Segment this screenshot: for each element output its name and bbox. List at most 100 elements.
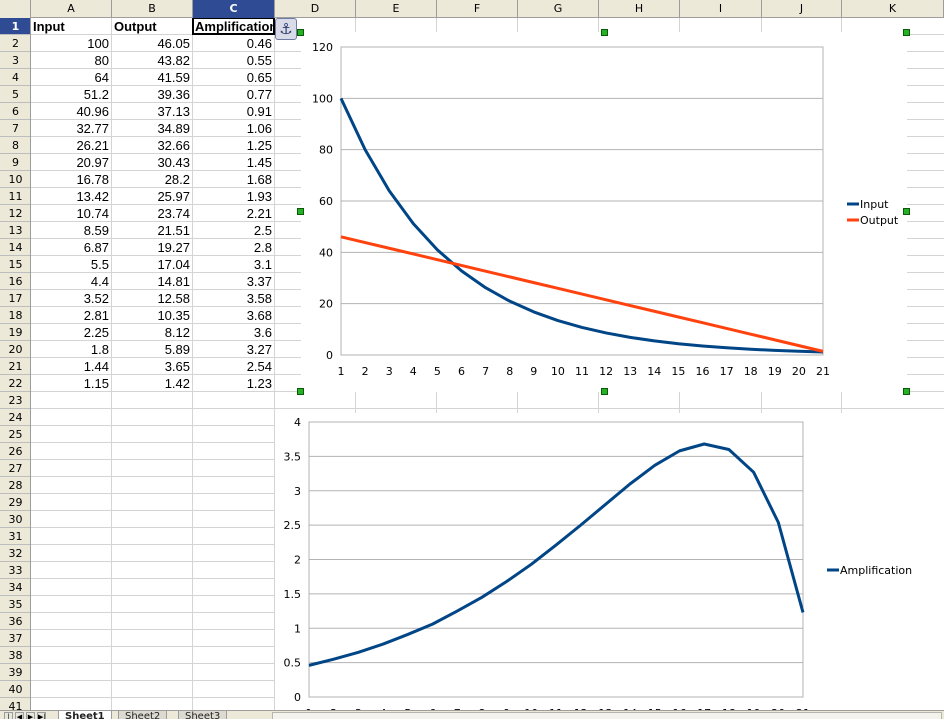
sheet-tab-1[interactable]: Sheet1: [58, 711, 112, 719]
sheet-tab-2[interactable]: Sheet2: [118, 711, 168, 719]
amplification-cell[interactable]: 3.68: [193, 307, 274, 324]
last-sheet-icon[interactable]: ▶|: [37, 712, 46, 719]
amplification-cell[interactable]: 2.54: [193, 358, 274, 375]
column-header-a[interactable]: A: [31, 0, 112, 18]
input-cell[interactable]: 10.74: [31, 205, 111, 222]
amplification-cell[interactable]: 3.27: [193, 341, 274, 358]
amplification-cell[interactable]: 3.58: [193, 290, 274, 307]
amplification-chart[interactable]: 00.511.522.533.5412345678910111213141516…: [275, 413, 944, 719]
column-header-j[interactable]: J: [762, 0, 842, 18]
input-cell[interactable]: 1.44: [31, 358, 111, 375]
row-header-5[interactable]: 5: [0, 86, 30, 103]
column-header-i[interactable]: I: [680, 0, 762, 18]
row-header-7[interactable]: 7: [0, 120, 30, 137]
input-cell[interactable]: 51.2: [31, 86, 111, 103]
output-cell[interactable]: 28.2: [112, 171, 192, 188]
row-header-41[interactable]: 41: [0, 698, 30, 710]
output-cell[interactable]: 39.36: [112, 86, 192, 103]
row-header-9[interactable]: 9: [0, 154, 30, 171]
resize-handle-bottom-right[interactable]: [903, 388, 910, 395]
input-cell[interactable]: 16.78: [31, 171, 111, 188]
column-header-f[interactable]: F: [437, 0, 518, 18]
column-header-k[interactable]: K: [842, 0, 944, 18]
row-header-26[interactable]: 26: [0, 443, 30, 460]
output-cell[interactable]: 34.89: [112, 120, 192, 137]
input-cell[interactable]: 1.8: [31, 341, 111, 358]
output-cell[interactable]: 25.97: [112, 188, 192, 205]
output-cell[interactable]: 1.42: [112, 375, 192, 392]
amplification-cell[interactable]: 2.21: [193, 205, 274, 222]
row-header-6[interactable]: 6: [0, 103, 30, 120]
row-header-34[interactable]: 34: [0, 579, 30, 596]
resize-handle-top-right[interactable]: [903, 29, 910, 36]
row-header-36[interactable]: 36: [0, 613, 30, 630]
amplification-cell[interactable]: 1.45: [193, 154, 274, 171]
prev-sheet-icon[interactable]: ◀: [15, 712, 24, 719]
input-cell[interactable]: 64: [31, 69, 111, 86]
row-header-14[interactable]: 14: [0, 239, 30, 256]
amplification-cell[interactable]: 0.46: [193, 35, 274, 52]
amplification-cell[interactable]: 1.06: [193, 120, 274, 137]
input-cell[interactable]: 3.52: [31, 290, 111, 307]
row-header-35[interactable]: 35: [0, 596, 30, 613]
header-cell-output[interactable]: Output: [112, 18, 193, 35]
row-header-10[interactable]: 10: [0, 171, 30, 188]
row-header-39[interactable]: 39: [0, 664, 30, 681]
output-cell[interactable]: 37.13: [112, 103, 192, 120]
row-header-4[interactable]: 4: [0, 69, 30, 86]
row-header-18[interactable]: 18: [0, 307, 30, 324]
row-header-38[interactable]: 38: [0, 647, 30, 664]
row-header-40[interactable]: 40: [0, 681, 30, 698]
input-cell[interactable]: 8.59: [31, 222, 111, 239]
resize-handle-bottom-middle[interactable]: [601, 388, 608, 395]
output-cell[interactable]: 8.12: [112, 324, 192, 341]
input-cell[interactable]: 4.4: [31, 273, 111, 290]
amplification-cell[interactable]: 3.6: [193, 324, 274, 341]
input-cell[interactable]: 6.87: [31, 239, 111, 256]
column-header-h[interactable]: H: [599, 0, 680, 18]
row-header-19[interactable]: 19: [0, 324, 30, 341]
row-header-13[interactable]: 13: [0, 222, 30, 239]
row-header-22[interactable]: 22: [0, 375, 30, 392]
input-cell[interactable]: 32.77: [31, 120, 111, 137]
first-sheet-icon[interactable]: |◀: [4, 712, 13, 719]
output-cell[interactable]: 19.27: [112, 239, 192, 256]
column-header-g[interactable]: G: [518, 0, 599, 18]
input-cell[interactable]: 2.81: [31, 307, 111, 324]
output-cell[interactable]: 14.81: [112, 273, 192, 290]
row-header-21[interactable]: 21: [0, 358, 30, 375]
output-cell[interactable]: 41.59: [112, 69, 192, 86]
column-header-e[interactable]: E: [356, 0, 437, 18]
output-cell[interactable]: 12.58: [112, 290, 192, 307]
row-header-16[interactable]: 16: [0, 273, 30, 290]
input-cell[interactable]: 26.21: [31, 137, 111, 154]
amplification-cell[interactable]: 1.23: [193, 375, 274, 392]
row-header-37[interactable]: 37: [0, 630, 30, 647]
anchor-icon[interactable]: ⚓: [275, 18, 297, 40]
row-header-27[interactable]: 27: [0, 460, 30, 477]
row-header-15[interactable]: 15: [0, 256, 30, 273]
output-cell[interactable]: 17.04: [112, 256, 192, 273]
row-header-31[interactable]: 31: [0, 528, 30, 545]
row-header-30[interactable]: 30: [0, 511, 30, 528]
row-header-25[interactable]: 25: [0, 426, 30, 443]
sheet-tab-3[interactable]: Sheet3: [178, 711, 228, 719]
resize-handle-top-middle[interactable]: [601, 29, 608, 36]
input-cell[interactable]: 13.42: [31, 188, 111, 205]
output-cell[interactable]: 21.51: [112, 222, 192, 239]
column-header-d[interactable]: D: [275, 0, 356, 18]
row-header-23[interactable]: 23: [0, 392, 30, 409]
amplification-cell[interactable]: 0.65: [193, 69, 274, 86]
amplification-cell[interactable]: 1.25: [193, 137, 274, 154]
resize-handle-middle-right[interactable]: [903, 208, 910, 215]
input-cell[interactable]: 2.25: [31, 324, 111, 341]
row-header-32[interactable]: 32: [0, 545, 30, 562]
output-cell[interactable]: 30.43: [112, 154, 192, 171]
output-cell[interactable]: 46.05: [112, 35, 192, 52]
row-header-8[interactable]: 8: [0, 137, 30, 154]
column-header-b[interactable]: B: [112, 0, 193, 18]
row-header-1[interactable]: 1: [0, 18, 30, 35]
column-header-c[interactable]: C: [193, 0, 275, 18]
output-cell[interactable]: 43.82: [112, 52, 192, 69]
output-cell[interactable]: 3.65: [112, 358, 192, 375]
